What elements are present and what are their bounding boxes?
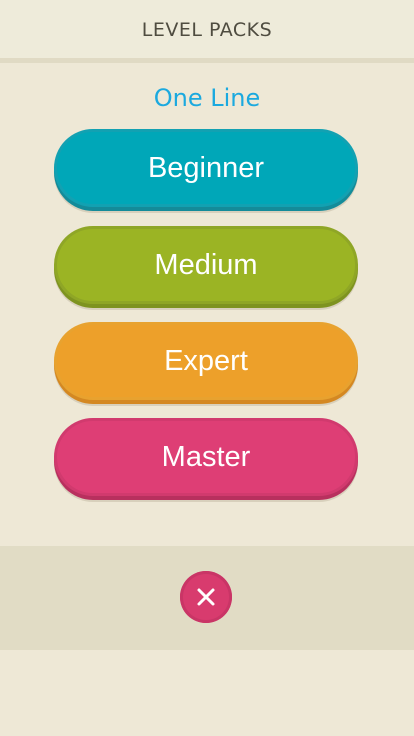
expert-button[interactable]: Expert bbox=[54, 322, 358, 400]
pack-group-title: One Line bbox=[153, 84, 261, 112]
beginner-button-label: Beginner bbox=[147, 151, 265, 184]
master-button-label: Master bbox=[161, 440, 251, 473]
close-icon bbox=[197, 588, 215, 606]
header-divider bbox=[0, 58, 414, 63]
medium-button[interactable]: Medium bbox=[54, 226, 358, 304]
close-button[interactable] bbox=[180, 571, 232, 623]
expert-button-label: Expert bbox=[164, 344, 248, 377]
beginner-button[interactable]: Beginner bbox=[54, 129, 358, 207]
medium-button-label: Medium bbox=[154, 248, 258, 281]
header-bar: LEVEL PACKS bbox=[0, 0, 414, 58]
page-title: LEVEL PACKS bbox=[141, 19, 273, 41]
master-button[interactable]: Master bbox=[54, 418, 358, 496]
